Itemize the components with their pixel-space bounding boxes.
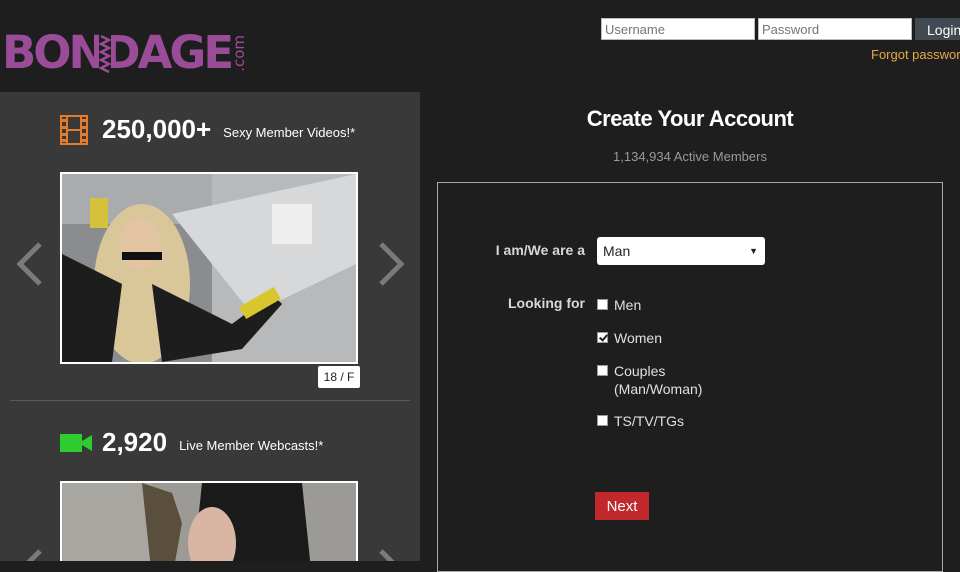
video-thumbnail[interactable] bbox=[60, 172, 358, 364]
webcast-thumbnail-image bbox=[62, 483, 356, 561]
looking-for-label: Looking for bbox=[508, 295, 585, 311]
option-couples-label: Couples (Man/Woman) bbox=[614, 362, 702, 398]
webcast-thumbnail[interactable] bbox=[60, 481, 358, 561]
option-men-label: Men bbox=[614, 297, 642, 313]
logo-text: BONDAGE bbox=[2, 26, 234, 79]
checkbox-couples[interactable] bbox=[597, 365, 608, 376]
checkbox-ts[interactable] bbox=[597, 415, 608, 426]
checkbox-women[interactable] bbox=[597, 332, 608, 343]
webcasts-stat: 2,920 Live Member Webcasts!* bbox=[60, 427, 323, 458]
header: BONDAGE .com Login Forgot password bbox=[0, 0, 960, 82]
logo-tld: .com bbox=[230, 35, 249, 72]
site-logo[interactable]: BONDAGE .com bbox=[2, 26, 249, 79]
username-input[interactable] bbox=[601, 18, 755, 40]
videos-stat: 250,000+ Sexy Member Videos!* bbox=[60, 114, 355, 145]
thumbnail-badge: 18 / F bbox=[318, 366, 360, 388]
gender-select-value: Man bbox=[603, 243, 631, 259]
videos-label: Sexy Member Videos!* bbox=[223, 125, 356, 140]
page-title: Create Your Account bbox=[586, 106, 794, 131]
promo-panel: 250,000+ Sexy Member Videos!* 18 / F 2,9… bbox=[0, 92, 420, 561]
chevron-left-icon-2[interactable] bbox=[14, 547, 44, 561]
webcasts-label: Live Member Webcasts!* bbox=[179, 438, 324, 453]
option-ts[interactable]: TS/TV/TGs bbox=[597, 412, 684, 430]
chevron-left-icon[interactable] bbox=[14, 240, 44, 288]
option-women-label: Women bbox=[614, 330, 662, 346]
film-icon bbox=[60, 114, 88, 145]
checkbox-men[interactable] bbox=[597, 299, 608, 310]
option-couples[interactable]: Couples (Man/Woman) bbox=[597, 362, 702, 398]
zipper-icon bbox=[99, 34, 111, 74]
gender-select[interactable]: Man ▼ bbox=[597, 237, 765, 265]
option-ts-label: TS/TV/TGs bbox=[614, 413, 684, 429]
iam-label: I am/We are a bbox=[495, 242, 585, 258]
videos-count: 250,000+ bbox=[102, 114, 212, 144]
option-women[interactable]: Women bbox=[597, 329, 662, 347]
camera-icon bbox=[60, 433, 92, 452]
option-couples-label-line1: Couples bbox=[614, 363, 666, 379]
active-members-count: 1,134,934 Active Members bbox=[613, 149, 767, 164]
chevron-right-icon[interactable] bbox=[377, 240, 407, 288]
webcasts-count: 2,920 bbox=[102, 427, 168, 457]
caret-down-icon: ▼ bbox=[749, 246, 758, 256]
option-men[interactable]: Men bbox=[597, 296, 641, 314]
password-input[interactable] bbox=[758, 18, 912, 40]
video-thumbnail-image bbox=[62, 174, 356, 362]
forgot-password-link[interactable]: Forgot password bbox=[871, 47, 960, 62]
next-button[interactable]: Next bbox=[595, 492, 649, 520]
login-button[interactable]: Login bbox=[915, 18, 960, 40]
chevron-right-icon-2[interactable] bbox=[377, 547, 407, 561]
divider bbox=[10, 400, 410, 401]
option-couples-label-line2: (Man/Woman) bbox=[614, 381, 703, 397]
